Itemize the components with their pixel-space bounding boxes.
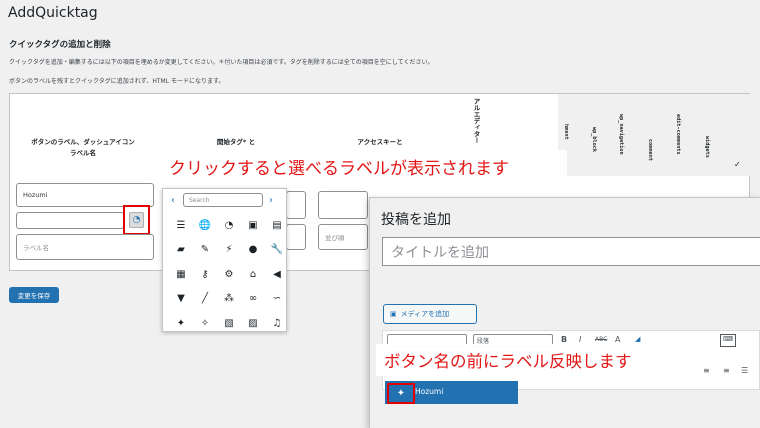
back-icon[interactable]: ◀	[266, 262, 288, 287]
tools-icon[interactable]: 🔧	[266, 238, 288, 263]
header-edit-comments: edit-comments	[675, 114, 681, 155]
admin-post-icon[interactable]: ▣	[242, 213, 264, 238]
users-icon[interactable]: ●	[242, 238, 264, 263]
annotation-banner-label: ボタン名の前にラベル反映します	[376, 344, 692, 376]
archive-icon[interactable]: ▨	[242, 311, 264, 336]
gear-icon[interactable]: ⚙	[218, 262, 240, 287]
header-wp-navigation: wp_navigation	[618, 114, 624, 155]
admin-page-icon[interactable]: ▤	[266, 213, 288, 238]
icon-grid: ☰ 🌐 ◔ ▣ ▤ ▰ ✎ ⚡ ● 🔧 ▦ ⚷ ⚙ ⌂ ◀ ▼ ╱ ⁂ ∞ ∽ ✦ ✧ ▧ ▨ ♫	[170, 213, 288, 336]
dashboard-icon[interactable]: ◔	[218, 213, 240, 238]
section-title: クイックタグの追加と削除	[9, 40, 111, 50]
header-visual-editor: アルエディター	[472, 98, 480, 144]
comments-icon[interactable]: ▰	[170, 238, 192, 263]
bold-button[interactable]: B	[561, 335, 567, 344]
description-1: クイックタグを追加・編集するには以下の項目を埋めるか変更してください。＊付いた項…	[9, 59, 434, 66]
save-changes-button[interactable]: 変更を保存	[9, 287, 59, 303]
header-stripe	[558, 94, 750, 176]
header-widgets: widgets	[704, 136, 710, 158]
pin-icon[interactable]: ✦	[170, 311, 192, 336]
button-label-input[interactable]: Hozumi	[16, 183, 154, 207]
menu-icon[interactable]: ☰	[170, 213, 192, 238]
italic-button[interactable]: I	[579, 335, 581, 344]
unlink-icon[interactable]: ∽	[266, 287, 288, 312]
editor-page-title: 投稿を追加	[381, 212, 451, 228]
key-icon[interactable]: ⚷	[194, 262, 216, 287]
admin-site-icon[interactable]: 🌐	[194, 213, 216, 238]
music-icon[interactable]: ♫	[266, 311, 288, 336]
add-media-button[interactable]: ▣ メディアを追加	[383, 304, 477, 324]
media-icon: ▣	[390, 310, 397, 318]
dashicon-picker: ‹ Search › ☰ 🌐 ◔ ▣ ▤ ▰ ✎ ⚡ ● 🔧 ▦ ⚷ ⚙ ⌂ ◀ ▼ ╱ ⁂ ∞ ∽ ✦ ✧ ▧ ▨ ♫	[162, 188, 287, 332]
pin-alt-icon[interactable]: ✧	[194, 311, 216, 336]
post-title-input[interactable]: タイトルを追加	[382, 237, 760, 266]
strikethrough-button[interactable]: ABC	[595, 336, 607, 343]
start-tag-input[interactable]	[286, 191, 306, 219]
link-icon[interactable]: ∞	[242, 287, 264, 312]
header-attachment: hment	[563, 124, 569, 140]
network-icon[interactable]: ⁂	[218, 287, 240, 312]
quicktag-dropdown-item[interactable]: ✦ Hozumi	[385, 381, 518, 404]
add-media-label: メディアを追加	[400, 310, 450, 318]
dashicon-input[interactable]	[16, 212, 124, 229]
access-key-input[interactable]	[318, 191, 368, 219]
header-comment: comment	[647, 139, 653, 161]
align-center-icon[interactable]: ≡	[703, 366, 710, 375]
dropdown-item-label: Hozumi	[415, 387, 444, 396]
filter-icon[interactable]: ▼	[170, 287, 192, 312]
appearance-icon[interactable]: ✎	[194, 238, 216, 263]
order-input[interactable]: 並び順	[318, 224, 368, 250]
previous-icon[interactable]: ‹	[171, 195, 175, 206]
settings-icon[interactable]: ▦	[170, 262, 192, 287]
home-icon[interactable]: ⌂	[242, 262, 264, 287]
description-2: ボタンのラベルを残すとクイックタグに追加されず、HTML モードになります。	[9, 78, 225, 85]
pin-icon: ✦	[387, 383, 415, 404]
header-button-label: ボタンのラベル、ダッシュアイコン ラベル名	[31, 138, 135, 157]
dashicon-picker-button[interactable]: ◔	[123, 205, 150, 235]
brush-icon[interactable]: ╱	[194, 287, 216, 312]
header-start-tag: 開始タグ* と	[216, 138, 256, 146]
highlight-icon[interactable]: ◢	[635, 335, 640, 343]
header-access-key: アクセスキーと	[357, 138, 403, 146]
label-name-input[interactable]: ラベル名	[16, 234, 154, 260]
page-title: AddQuicktag	[8, 5, 98, 21]
header-checkmark: ✓	[734, 160, 741, 169]
next-icon[interactable]: ›	[269, 195, 273, 206]
annotation-banner-click: クリックすると選べるラベルが表示されます	[163, 150, 567, 183]
end-tag-input[interactable]	[286, 224, 306, 250]
icon-search-input[interactable]: Search	[183, 193, 263, 207]
header-wp-block: wp_block	[591, 127, 597, 152]
align-right-icon[interactable]: ≡	[723, 366, 730, 375]
image-icon[interactable]: ▧	[218, 311, 240, 336]
dashboard-icon: ◔	[129, 212, 144, 228]
list-icon[interactable]: ☰	[741, 366, 748, 375]
keyboard-icon[interactable]: ⌨	[720, 334, 736, 347]
plugins-icon[interactable]: ⚡	[218, 238, 240, 263]
text-color-button[interactable]: A	[615, 335, 620, 344]
